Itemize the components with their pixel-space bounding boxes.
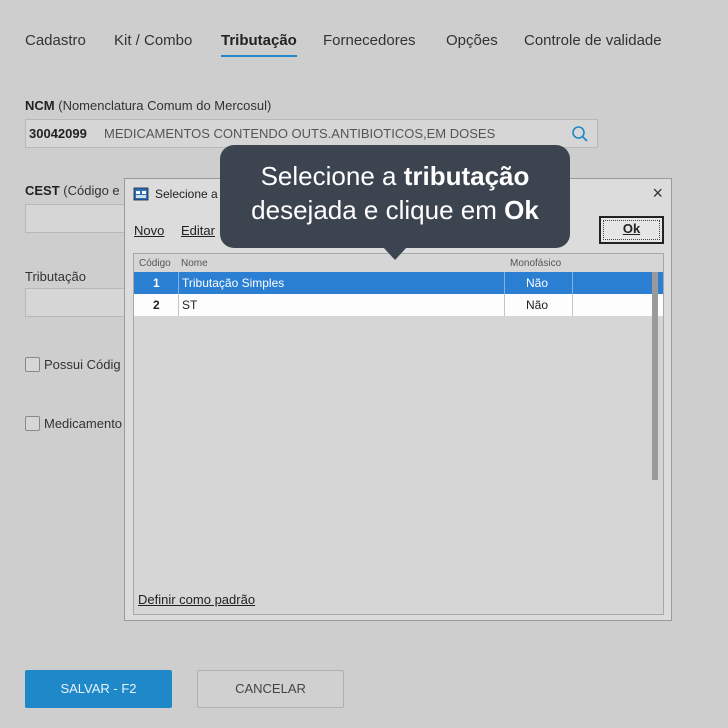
tributacao-label: Tributação bbox=[25, 269, 86, 284]
novo-link[interactable]: Novo bbox=[134, 223, 164, 238]
row-nome: Tributação Simples bbox=[182, 276, 285, 290]
tooltip-line-1: Selecione a tributação bbox=[220, 161, 570, 192]
cest-label: CEST (Código e bbox=[25, 183, 120, 198]
row-codigo: 1 bbox=[153, 276, 160, 290]
column-divider bbox=[572, 294, 573, 316]
cest-field[interactable] bbox=[25, 204, 125, 233]
close-icon[interactable]: × bbox=[652, 183, 663, 203]
save-button[interactable]: SALVAR - F2 bbox=[25, 670, 172, 708]
ncm-label: NCM (Nomenclatura Comum do Mercosul) bbox=[25, 98, 271, 113]
column-header-codigo[interactable]: Código bbox=[139, 258, 171, 269]
medicamento-label: Medicamento bbox=[44, 416, 123, 431]
row-monofasico: Não bbox=[526, 276, 549, 290]
column-divider bbox=[178, 272, 179, 294]
tab-kit-combo[interactable]: Kit / Combo bbox=[114, 32, 192, 49]
cancel-button[interactable]: CANCELAR bbox=[197, 670, 344, 708]
column-header-nome[interactable]: Nome bbox=[181, 258, 208, 269]
column-divider bbox=[178, 294, 179, 316]
tooltip-emphasis: tributação bbox=[403, 161, 530, 191]
ncm-label-abbr: NCM bbox=[25, 98, 55, 113]
search-icon[interactable] bbox=[571, 125, 589, 143]
definir-padrao-link[interactable]: Definir como padrão bbox=[138, 592, 255, 607]
possui-codigo-checkbox[interactable] bbox=[25, 357, 40, 372]
cest-label-full: (Código e bbox=[63, 183, 120, 198]
ok-button[interactable]: Ok bbox=[599, 216, 664, 244]
column-divider bbox=[504, 294, 505, 316]
column-divider bbox=[504, 272, 505, 294]
possui-codigo-label: Possui Códig bbox=[44, 357, 121, 372]
tab-fornecedores[interactable]: Fornecedores bbox=[323, 32, 416, 49]
tooltip-text: Selecione a bbox=[260, 161, 404, 191]
column-divider bbox=[572, 272, 573, 294]
column-header-monofasico[interactable]: Monofásico bbox=[510, 258, 561, 269]
editar-link[interactable]: Editar bbox=[181, 223, 215, 238]
tooltip-emphasis: Ok bbox=[504, 195, 539, 225]
ncm-label-full: (Nomenclatura Comum do Mercosul) bbox=[58, 98, 272, 113]
tributacao-grid: Código Nome Monofásico 1 Tributação Simp… bbox=[133, 253, 664, 615]
tab-opcoes[interactable]: Opções bbox=[446, 32, 498, 49]
instruction-tooltip: Selecione a tributação desejada e clique… bbox=[220, 145, 570, 260]
cest-label-abbr: CEST bbox=[25, 183, 60, 198]
row-codigo: 2 bbox=[153, 298, 160, 312]
tooltip-line-2: desejada e clique em Ok bbox=[220, 195, 570, 226]
vertical-scrollbar[interactable] bbox=[652, 272, 658, 480]
medicamento-checkbox[interactable] bbox=[25, 416, 40, 431]
row-nome: ST bbox=[182, 298, 198, 312]
ncm-code: 30042099 bbox=[29, 126, 87, 141]
ncm-description: MEDICAMENTOS CONTENDO OUTS.ANTIBIOTICOS,… bbox=[104, 126, 496, 141]
app-icon bbox=[133, 187, 149, 201]
table-row[interactable]: 2 ST Não bbox=[134, 294, 663, 316]
row-monofasico: Não bbox=[526, 298, 549, 312]
tab-tributacao[interactable]: Tributação bbox=[221, 32, 297, 57]
tab-cadastro[interactable]: Cadastro bbox=[25, 32, 86, 49]
tab-bar: Cadastro Kit / Combo Tributação Forneced… bbox=[25, 32, 728, 60]
ncm-field[interactable]: 30042099 MEDICAMENTOS CONTENDO OUTS.ANTI… bbox=[25, 119, 598, 148]
tributacao-field[interactable] bbox=[25, 288, 125, 317]
tooltip-text: desejada e clique em bbox=[251, 195, 505, 225]
table-row[interactable]: 1 Tributação Simples Não bbox=[134, 272, 663, 294]
dialog-title: Selecione a t bbox=[155, 187, 225, 201]
tab-controle-validade[interactable]: Controle de validade bbox=[524, 32, 662, 49]
